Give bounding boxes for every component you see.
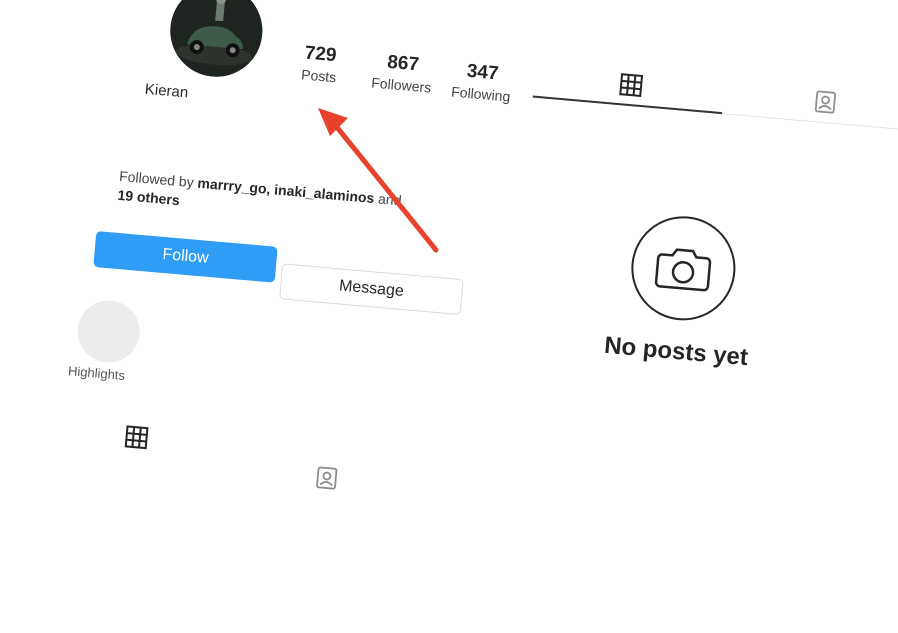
annotation-arrow (318, 108, 439, 253)
